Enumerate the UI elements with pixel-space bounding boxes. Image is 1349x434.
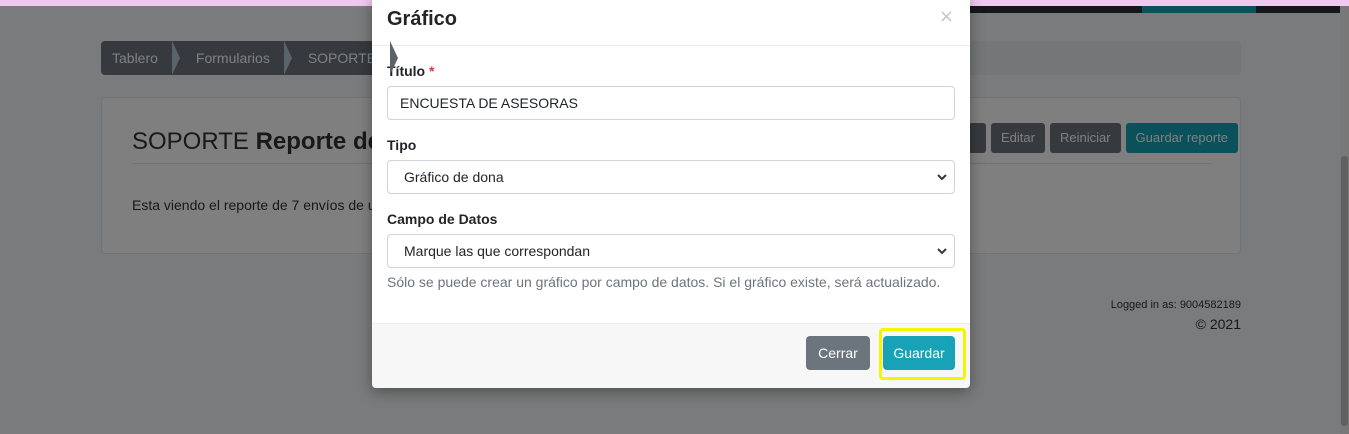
cancel-button[interactable]: Cerrar: [806, 336, 870, 370]
modal-title: Gráfico: [387, 8, 458, 30]
type-select[interactable]: Gráfico de dona: [387, 160, 955, 194]
modal-footer: Cerrar Guardar: [372, 323, 970, 388]
data-field-select[interactable]: Marque las que correspondan: [387, 234, 955, 268]
title-input[interactable]: ENCUESTA DE ASESORAS: [387, 86, 955, 120]
data-field-select-value: Marque las que correspondan: [404, 243, 591, 259]
help-text: Sólo se puede crear un gráfico por campo…: [387, 274, 941, 290]
required-mark: *: [429, 63, 435, 79]
modal-header: Gráfico ×: [372, 0, 970, 46]
chevron-down-icon: [937, 174, 947, 181]
type-select-value: Gráfico de dona: [404, 169, 504, 185]
data-field-label: Campo de Datos: [387, 211, 498, 227]
chart-modal: Gráfico × Título * ENCUESTA DE ASESORAS …: [372, 0, 970, 388]
chevron-down-icon: [937, 248, 947, 255]
close-icon[interactable]: ×: [939, 6, 954, 27]
save-button[interactable]: Guardar: [883, 336, 955, 370]
type-field-label: Tipo: [387, 137, 417, 153]
